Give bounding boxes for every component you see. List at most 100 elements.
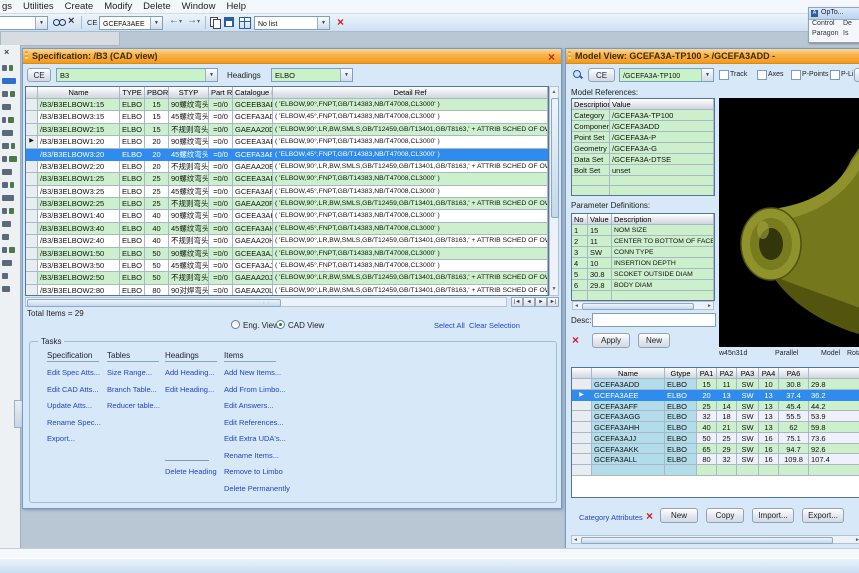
chevron-down-icon[interactable]: ▼ — [35, 17, 47, 29]
task-link-update-atts[interactable]: Update Atts... — [47, 401, 92, 410]
vscroll-thumb[interactable] — [551, 98, 559, 218]
model-reference-row[interactable]: Component/GCEFA3ADD — [572, 121, 714, 132]
model-reference-row[interactable]: Point Set/GCEFA3A-P — [572, 132, 714, 143]
new-button[interactable]: New — [638, 333, 670, 348]
tree-item-fragment[interactable] — [10, 91, 15, 97]
nav-first-button[interactable]: |◄ — [511, 297, 523, 307]
menu-item-window[interactable]: Window — [182, 1, 216, 12]
scroll-right-icon[interactable]: ► — [707, 303, 712, 309]
chevron-down-icon[interactable]: ▼ — [701, 69, 713, 81]
spec-table-row[interactable]: /B3/B3ELBOW2:25ELBO25不规则弯头=0/0GAEAA20FF(… — [26, 198, 548, 210]
task-link-remove-to-limbo[interactable]: Remove to Limbo — [224, 467, 283, 476]
param-table-hscrollbar[interactable]: ◄ ► — [572, 301, 714, 310]
tree-item-fragment[interactable] — [9, 208, 14, 214]
category-table-row[interactable]: GCEFA3AFFELBO2514SW1345.444.2 — [572, 401, 859, 412]
scroll-right-icon[interactable]: ► — [855, 537, 859, 543]
model-reference-row[interactable]: Geometry/GCEFA3A-G — [572, 143, 714, 154]
tree-item-fragment[interactable] — [2, 143, 9, 149]
parameter-row[interactable]: 410INSERTION DEPTH — [572, 258, 714, 269]
eng-view-label[interactable]: Eng. View — [243, 321, 279, 330]
task-link-branch-table[interactable]: Branch Table... — [107, 385, 157, 394]
category-attributes-link[interactable]: Category Attributes — [579, 513, 643, 522]
spec-table-row[interactable]: /B3/B3ELBOW1:40ELBO4090螺纹弯头=0/0GCEEA3AHH… — [26, 210, 548, 222]
parameter-row[interactable]: 629.8BODY DIAM — [572, 280, 714, 291]
spec-table-row[interactable]: /B3/B3ELBOW3:20ELBO2045螺纹弯头=0/0GCEFA3AEE… — [26, 149, 548, 161]
hscroll-thumb[interactable] — [27, 299, 281, 307]
task-link-edit-cad-atts[interactable]: Edit CAD Atts... — [47, 385, 99, 394]
tree-item-fragment[interactable] — [2, 221, 11, 227]
cad-view-label[interactable]: CAD View — [288, 321, 324, 330]
category-table-hscrollbar[interactable]: ◄ ► — [571, 535, 859, 544]
menu-item-utilities[interactable]: Utilities — [23, 1, 54, 12]
axes-label[interactable]: Axes — [768, 71, 784, 78]
chevron-down-icon[interactable]: ▼ — [317, 17, 329, 29]
tree-item-fragment[interactable] — [2, 195, 14, 201]
search-binoculars-icon[interactable] — [53, 17, 65, 28]
forward-menu-icon[interactable]: ▾ — [197, 18, 200, 25]
zoom-search-icon[interactable] — [572, 69, 584, 81]
new-category-button[interactable]: New — [660, 508, 698, 523]
task-link-delete-heading[interactable]: Delete Heading — [165, 467, 217, 476]
model-3d-viewport[interactable] — [719, 98, 859, 347]
spec-table-row[interactable]: /B3/B3ELBOW2:15ELBO15不规则弯头=0/0GAEAA20DD(… — [26, 124, 548, 136]
model-reference-row[interactable]: Category/GCEFA3A-TP100 — [572, 110, 714, 121]
ce-button[interactable]: CE — [588, 68, 615, 82]
scroll-left-icon[interactable]: ◄ — [574, 303, 579, 309]
tree-item-fragment[interactable] — [2, 78, 16, 84]
opto-window[interactable]: A OpTo... ControlDeParagonIs — [808, 7, 859, 43]
tree-item-fragment[interactable] — [11, 143, 15, 149]
spec-table-row[interactable]: /B3/B3ELBOW3:15ELBO1545螺纹弯头=0/0GCEFA3ADD… — [26, 111, 548, 123]
back-menu-icon[interactable]: ▾ — [179, 18, 182, 25]
tree-item-fragment[interactable] — [2, 156, 7, 162]
ce-combo[interactable]: GCEFA3AEE▼ — [99, 16, 163, 30]
import-button[interactable]: Import... — [752, 508, 794, 523]
task-link-add-heading[interactable]: Add Heading... — [165, 368, 215, 377]
p-points-label[interactable]: P-Points — [802, 71, 828, 78]
task-link-delete-permanently[interactable]: Delete Permanently — [224, 484, 290, 493]
list-combo[interactable]: No list▼ — [254, 16, 330, 30]
ce-button[interactable]: CE — [27, 68, 51, 82]
tree-item-fragment[interactable] — [9, 156, 17, 162]
spec-table-row[interactable]: /B3/B3ELBOW2:50ELBO50不规则弯头=0/0GAEAA20JJ(… — [26, 272, 548, 284]
category-table-row[interactable]: GCEFA3AKKELBO6529SW1694.792.6 — [572, 444, 859, 455]
delete-category-icon[interactable]: × — [646, 510, 653, 522]
task-link-edit-heading[interactable]: Edit Heading... — [165, 385, 214, 394]
menu-item-gs[interactable]: gs — [2, 1, 12, 12]
close-icon[interactable]: × — [548, 51, 555, 63]
task-link-add-from-limbo[interactable]: Add From Limbo... — [224, 385, 286, 394]
explorer-tree-strip[interactable]: × — [0, 45, 21, 573]
partial-combo[interactable]: ▼ — [0, 16, 48, 30]
spec-table-row[interactable]: /B3/B3ELBOW3:50ELBO5045螺纹弯头=0/0GCEFA3AJJ… — [26, 260, 548, 272]
clear-desc-icon[interactable]: × — [572, 334, 579, 346]
spec-table-row[interactable]: /B3/B3ELBOW3:40ELBO4045螺纹弯头=0/0GCEFA3AHH… — [26, 223, 548, 235]
task-link-size-range[interactable]: Size Range... — [107, 368, 152, 377]
category-table-row[interactable]: GCEFA3ALLELBO8032SW16109.8107.4 — [572, 454, 859, 465]
headings-combo[interactable]: ELBO▼ — [271, 68, 353, 82]
clear-icon[interactable]: × — [68, 15, 74, 27]
nav-last-button[interactable]: ►| — [547, 297, 559, 307]
category-table-row[interactable]: GCEFA3AHHELBO4021SW136259.8 — [572, 422, 859, 433]
task-link-edit-answers[interactable]: Edit Answers... — [224, 401, 274, 410]
remove-list-icon[interactable]: × — [337, 16, 344, 28]
model-reference-row[interactable]: Bolt Setunset — [572, 165, 714, 176]
nav-prev-button[interactable]: ◄ — [523, 297, 535, 307]
chevron-down-icon[interactable]: ▼ — [205, 69, 217, 81]
category-table-row[interactable]: GCEFA3AJJELBO5025SW1675.173.6 — [572, 433, 859, 444]
tree-item-fragment[interactable] — [2, 247, 7, 253]
task-link-reducer-table[interactable]: Reducer table... — [107, 401, 160, 410]
hscroll-thumb[interactable] — [582, 303, 694, 310]
track-checkbox[interactable] — [719, 70, 729, 80]
menu-item-modify[interactable]: Modify — [104, 1, 132, 12]
chevron-down-icon[interactable]: ▼ — [340, 69, 352, 81]
spec-table-row[interactable]: /B3/B3ELBOW3:25ELBO2545螺纹弯头=0/0GCEFA3AFF… — [26, 186, 548, 198]
tree-item-fragment[interactable] — [2, 104, 11, 110]
menu-item-create[interactable]: Create — [65, 1, 94, 12]
export-button[interactable]: Export... — [802, 508, 844, 523]
eng-view-radio[interactable] — [231, 320, 240, 329]
scroll-up-icon[interactable]: ▲ — [550, 88, 558, 97]
nav-next-button[interactable]: ► — [535, 297, 547, 307]
clear-selection-link[interactable]: Clear Selection — [469, 321, 520, 330]
spec-table-hscrollbar[interactable]: ⋮⋮ — [25, 297, 507, 307]
menu-item-help[interactable]: Help — [226, 1, 246, 12]
spec-table-row[interactable]: /B3/B3ELBOW2:80ELBO8090对焊弯头=0/0GAEAA20LL… — [26, 285, 548, 296]
